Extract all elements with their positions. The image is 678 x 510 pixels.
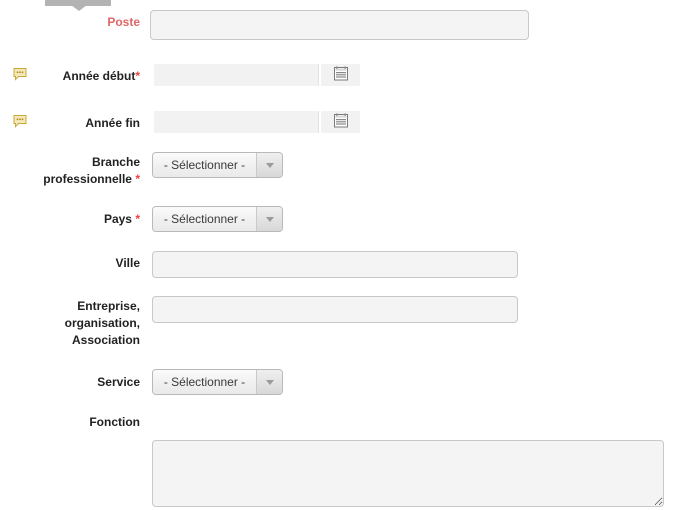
label-annee-debut: Année début* (10, 68, 140, 85)
chevron-down-icon (265, 379, 274, 385)
label-branche-line2: professionnelle (43, 172, 132, 186)
label-pays-text: Pays (103, 212, 132, 226)
required-star-annee-debut: * (135, 69, 140, 83)
label-ville: Ville (115, 256, 140, 270)
job-experience-form: Poste Année début* Année fin Branche pro… (0, 0, 678, 510)
select-branche-toggle[interactable] (256, 153, 282, 177)
select-branche-professionnelle[interactable]: - Sélectionner - (152, 152, 283, 178)
required-star-branche: * (135, 172, 140, 186)
label-fonction: Fonction (89, 415, 140, 429)
label-entreprise-line2: organisation, (64, 316, 140, 330)
select-pays-toggle[interactable] (256, 207, 282, 231)
input-annee-fin[interactable] (154, 111, 319, 133)
date-field-annee-debut (154, 64, 360, 86)
panel-tab-pointer-icon (71, 5, 87, 11)
input-ville[interactable] (152, 251, 518, 278)
date-field-annee-fin (154, 111, 360, 133)
input-entreprise[interactable] (152, 296, 518, 323)
chevron-down-icon (265, 162, 274, 168)
calendar-picker-button-annee-debut[interactable] (321, 64, 360, 86)
textarea-fonction[interactable] (152, 440, 664, 507)
select-branche-value: - Sélectionner - (153, 153, 256, 177)
input-poste[interactable] (150, 10, 529, 40)
calendar-icon (333, 66, 348, 84)
label-pays: Pays * (10, 211, 140, 228)
select-service-toggle[interactable] (256, 370, 282, 394)
input-annee-debut[interactable] (154, 64, 319, 86)
select-pays[interactable]: - Sélectionner - (152, 206, 283, 232)
select-service[interactable]: - Sélectionner - (152, 369, 283, 395)
label-branche-professionnelle: Branche professionnelle * (10, 154, 140, 188)
chevron-down-icon (265, 216, 274, 222)
label-entreprise-line1: Entreprise, (77, 299, 140, 313)
label-entreprise-line3: Association (71, 333, 140, 347)
select-service-value: - Sélectionner - (153, 370, 256, 394)
calendar-picker-button-annee-fin[interactable] (321, 111, 360, 133)
required-star-pays: * (135, 212, 140, 226)
label-service: Service (97, 375, 140, 389)
label-annee-fin: Année fin (85, 116, 140, 130)
label-poste: Poste (107, 15, 140, 29)
calendar-icon (333, 113, 348, 131)
label-annee-debut-text: Année début (62, 69, 136, 83)
label-entreprise: Entreprise, organisation, Association (10, 298, 140, 349)
label-branche-line1: Branche (91, 155, 140, 169)
select-pays-value: - Sélectionner - (153, 207, 256, 231)
